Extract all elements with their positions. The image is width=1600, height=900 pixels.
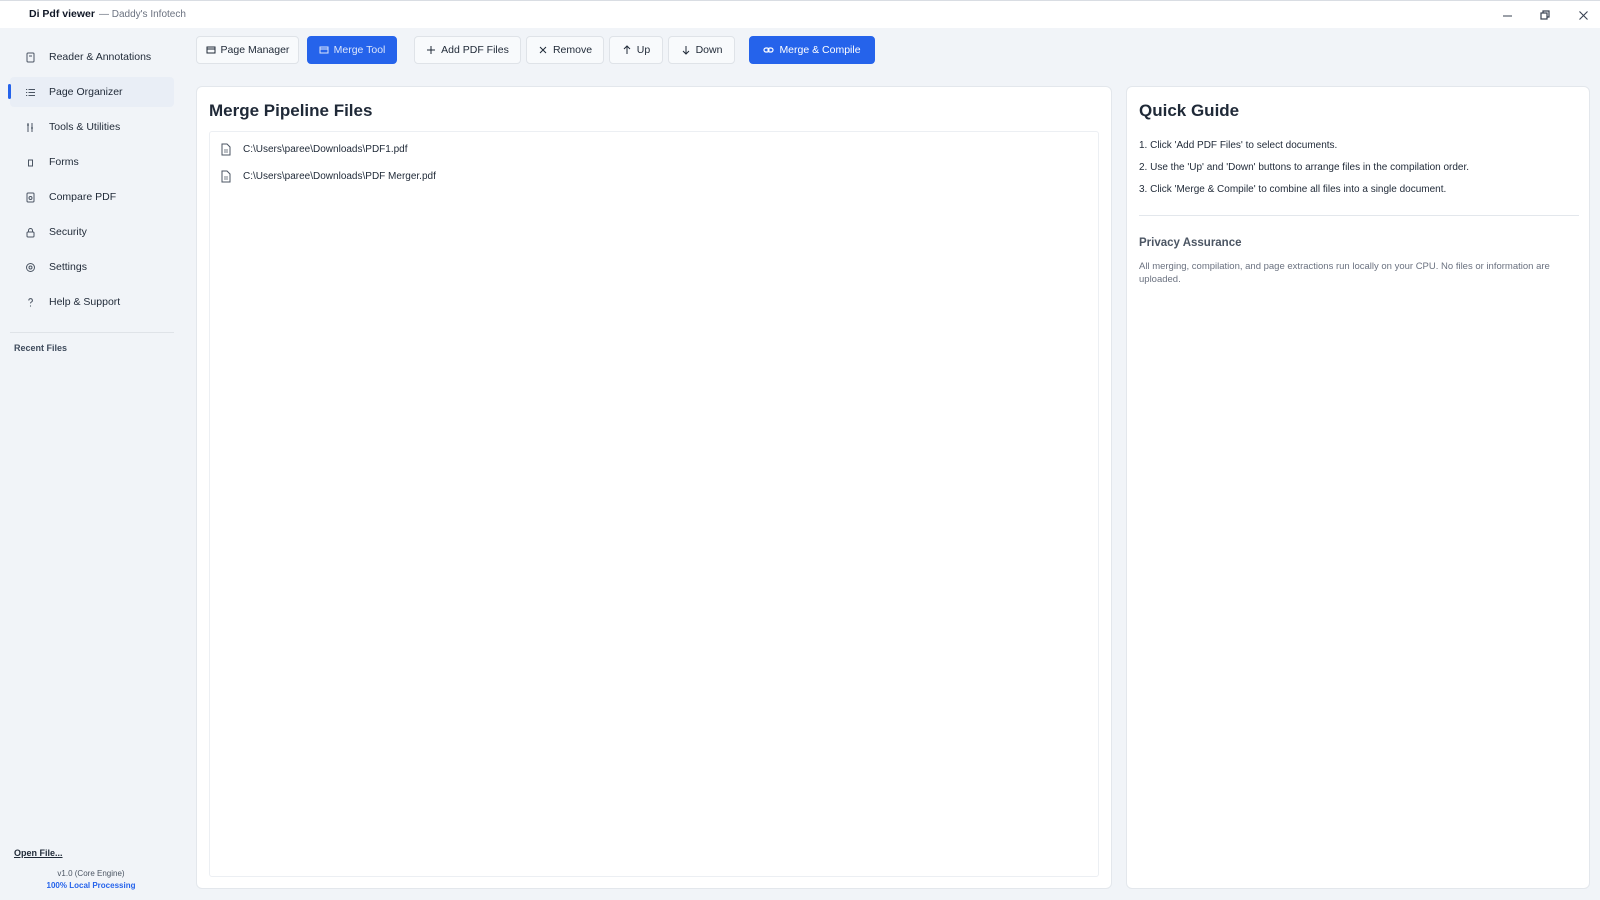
file-path: C:\Users\paree\Downloads\PDF1.pdf	[243, 143, 408, 155]
sidebar-item-label: Help & Support	[49, 296, 121, 308]
form-icon	[24, 156, 36, 168]
restore-button[interactable]	[1532, 5, 1558, 25]
sidebar-item-label: Reader & Annotations	[49, 51, 152, 63]
remove-button[interactable]: Remove	[526, 36, 604, 64]
quick-guide-title: Quick Guide	[1139, 101, 1240, 120]
sidebar-item-tools[interactable]: Tools & Utilities	[10, 112, 174, 142]
merge-tool-icon	[319, 45, 329, 55]
merge-compile-button[interactable]: Merge & Compile	[749, 36, 875, 64]
sidebar-item-label: Page Organizer	[49, 86, 123, 98]
up-button[interactable]: Up	[609, 36, 663, 64]
document-icon	[220, 143, 232, 156]
sidebar-item-help[interactable]: Help & Support	[10, 287, 174, 317]
compare-icon	[24, 191, 36, 203]
title-bar: Di Pdf viewer — Daddy's Infotech	[0, 0, 1600, 28]
down-label: Down	[695, 44, 723, 56]
close-icon	[1578, 10, 1588, 20]
question-icon	[24, 296, 36, 308]
file-list-item[interactable]: C:\Users\paree\Downloads\PDF1.pdf	[220, 138, 408, 160]
minimize-icon	[1502, 15, 1512, 16]
down-button[interactable]: Down	[668, 36, 735, 64]
arrow-up-icon	[622, 45, 632, 55]
open-file-link[interactable]: Open File...	[14, 848, 63, 858]
sidebar-item-forms[interactable]: Forms	[10, 147, 174, 177]
document-icon	[220, 170, 232, 183]
app-name: Di Pdf viewer	[29, 8, 95, 20]
merge-compile-label: Merge & Compile	[779, 44, 861, 56]
minimize-button[interactable]	[1494, 5, 1520, 25]
recent-files-heading: Recent Files	[14, 343, 68, 353]
privacy-text: All merging, compilation, and page extra…	[1139, 261, 1550, 285]
sidebar-item-security[interactable]: Security	[10, 217, 174, 247]
guide-divider	[1139, 215, 1579, 216]
sidebar-item-compare[interactable]: Compare PDF	[10, 182, 174, 212]
arrow-down-icon	[681, 45, 691, 55]
add-pdf-files-label: Add PDF Files	[441, 44, 509, 56]
close-button[interactable]	[1570, 5, 1596, 25]
page-manager-label: Page Manager	[220, 44, 290, 56]
merge-tool-button[interactable]: Merge Tool	[307, 36, 397, 64]
privacy-title: Privacy Assurance	[1139, 237, 1242, 249]
active-indicator	[8, 84, 11, 99]
add-pdf-files-button[interactable]: Add PDF Files	[414, 36, 521, 64]
gear-icon	[24, 261, 36, 273]
remove-label: Remove	[552, 44, 593, 56]
restore-icon	[1539, 9, 1550, 20]
sidebar-item-reader[interactable]: Reader & Annotations	[10, 42, 174, 72]
sidebar-item-label: Security	[49, 226, 87, 238]
plus-icon	[426, 45, 436, 55]
guide-step: 1. Click 'Add PDF Files' to select docum…	[1139, 140, 1338, 151]
sidebar-item-label: Compare PDF	[49, 191, 117, 203]
app-subtitle: — Daddy's Infotech	[98, 9, 186, 20]
merge-pipeline-title: Merge Pipeline Files	[209, 101, 373, 120]
file-list[interactable]: C:\Users\paree\Downloads\PDF1.pdf C:\Use…	[209, 131, 1099, 877]
link-icon	[763, 45, 775, 55]
version-label: v1.0 (Core Engine)	[57, 869, 125, 878]
guide-step: 3. Click 'Merge & Compile' to combine al…	[1139, 184, 1447, 195]
merge-pipeline-panel: Merge Pipeline Files C:\Users\paree\Down…	[196, 86, 1112, 889]
lock-icon	[24, 226, 36, 238]
guide-step: 2. Use the 'Up' and 'Down' buttons to ar…	[1139, 162, 1470, 173]
sidebar-item-label: Forms	[49, 156, 79, 168]
sidebar-item-label: Tools & Utilities	[49, 121, 121, 133]
local-processing-label: 100% Local Processing	[46, 881, 136, 890]
file-path: C:\Users\paree\Downloads\PDF Merger.pdf	[243, 170, 436, 182]
sidebar-divider	[10, 332, 174, 333]
up-label: Up	[636, 44, 651, 56]
sidebar: Reader & Annotations Page Organizer Tool…	[0, 28, 182, 900]
quick-guide-panel: Quick Guide 1. Click 'Add PDF Files' to …	[1126, 86, 1590, 889]
sidebar-item-label: Settings	[49, 261, 87, 273]
book-icon	[24, 51, 36, 63]
sidebar-item-settings[interactable]: Settings	[10, 252, 174, 282]
tools-icon	[24, 121, 36, 133]
list-icon	[24, 86, 36, 98]
sidebar-item-page-organizer[interactable]: Page Organizer	[8, 77, 174, 107]
app-title: Di Pdf viewer — Daddy's Infotech	[29, 8, 186, 20]
file-list-item[interactable]: C:\Users\paree\Downloads\PDF Merger.pdf	[220, 165, 436, 187]
page-manager-button[interactable]: Page Manager	[196, 36, 299, 64]
merge-tool-label: Merge Tool	[333, 44, 386, 56]
x-icon	[538, 45, 548, 55]
page-manager-icon	[206, 45, 216, 55]
